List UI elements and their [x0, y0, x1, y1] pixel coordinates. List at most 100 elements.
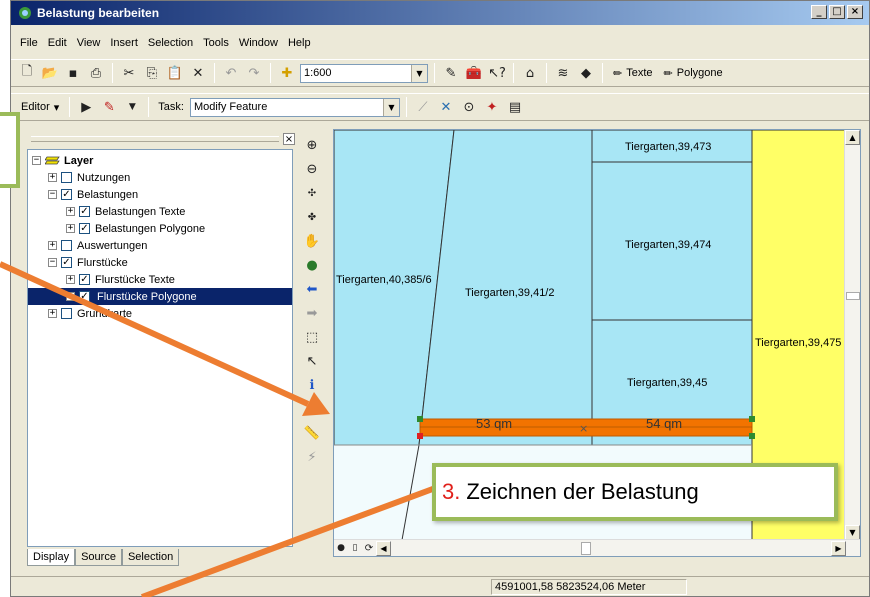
collapse-icon[interactable]: −: [32, 156, 41, 165]
checkbox[interactable]: ✓: [79, 291, 90, 302]
new-document-icon[interactable]: 🗋: [17, 63, 37, 83]
forward-arrow-icon[interactable]: ➡: [301, 303, 323, 324]
sketch-tool-icon[interactable]: ✎: [99, 97, 119, 117]
tree-item[interactable]: − ✓ Flurstücke: [28, 254, 292, 271]
checkbox[interactable]: [61, 240, 72, 251]
expand-icon[interactable]: +: [48, 309, 57, 318]
pan-hand-icon[interactable]: ✋: [301, 231, 323, 252]
delete-icon[interactable]: ✕: [188, 63, 208, 83]
editor-toolbar-icon[interactable]: ✎: [441, 63, 461, 83]
expand-icon[interactable]: +: [66, 292, 75, 301]
fixed-zoom-in-icon[interactable]: ✣: [301, 183, 323, 204]
back-arrow-icon[interactable]: ⬅: [301, 279, 323, 300]
checkbox[interactable]: ✓: [61, 257, 72, 268]
copy-icon[interactable]: ⎘: [142, 63, 162, 83]
select-features-icon[interactable]: ⬚: [301, 327, 323, 348]
whats-this-icon[interactable]: ↖?: [487, 63, 507, 83]
menu-insert[interactable]: Insert: [109, 35, 139, 55]
checkbox[interactable]: [61, 308, 72, 319]
chevron-down-icon[interactable]: ▼: [411, 64, 427, 82]
refresh-icon[interactable]: ⟳: [362, 541, 376, 555]
tree-item[interactable]: + Nutzungen: [28, 169, 292, 186]
scroll-left-icon[interactable]: ◀: [376, 540, 391, 556]
menu-view[interactable]: View: [76, 35, 102, 55]
checkbox[interactable]: [61, 172, 72, 183]
select-elements-icon[interactable]: ↖: [301, 351, 323, 372]
panel-grip[interactable]: [31, 136, 279, 142]
arctoolbox-icon[interactable]: 🧰: [464, 63, 484, 83]
measure-icon[interactable]: 📏: [301, 423, 323, 444]
tab-selection[interactable]: Selection: [121, 549, 180, 566]
tree-item[interactable]: + ✓ Belastungen Texte: [28, 203, 292, 220]
full-extent-globe-icon[interactable]: ●: [301, 255, 323, 276]
rotate-tool-icon[interactable]: ⊙: [459, 97, 479, 117]
tree-root[interactable]: − Layer: [28, 152, 292, 169]
menu-tools[interactable]: Tools: [202, 35, 230, 55]
attributes-tool-icon[interactable]: ✦: [482, 97, 502, 117]
split-tool-icon[interactable]: ✕: [436, 97, 456, 117]
checkbox[interactable]: ✓: [79, 206, 90, 217]
tree-item[interactable]: + Grundkarte: [28, 305, 292, 322]
close-icon[interactable]: ×: [283, 133, 295, 145]
close-button[interactable]: ×: [847, 5, 863, 19]
task-combo[interactable]: Modify Feature ▼: [189, 97, 400, 117]
polygone-button[interactable]: ✏ Polygone: [660, 67, 727, 80]
expand-icon[interactable]: +: [66, 207, 75, 216]
menu-edit[interactable]: Edit: [47, 35, 68, 55]
layout-view-icon[interactable]: ▯: [348, 541, 362, 555]
tree-item-selected[interactable]: + ✓ Flurstücke Polygone: [28, 288, 292, 305]
collapse-icon[interactable]: −: [48, 258, 57, 267]
expand-icon[interactable]: +: [66, 275, 75, 284]
vertex-handle[interactable]: [417, 416, 423, 422]
scrollbar-thumb[interactable]: [846, 292, 860, 300]
scroll-up-icon[interactable]: ▲: [845, 130, 860, 145]
vertex-handle[interactable]: [749, 433, 755, 439]
menu-file[interactable]: File: [19, 35, 39, 55]
scroll-right-icon[interactable]: ▶: [831, 540, 846, 556]
add-data-icon[interactable]: ✚: [277, 63, 297, 83]
vertex-handle-active[interactable]: [417, 433, 423, 439]
open-folder-icon[interactable]: 📂: [40, 63, 60, 83]
map-horizontal-scrollbar[interactable]: ● ▯ ⟳ ◀ ▶: [334, 539, 860, 556]
hyperlink-lightning-icon[interactable]: ⚡: [301, 447, 323, 468]
menu-selection[interactable]: Selection: [147, 35, 194, 55]
redo-icon[interactable]: ↷: [244, 63, 264, 83]
scroll-down-icon[interactable]: ▼: [845, 525, 860, 540]
tree-item[interactable]: + ✓ Flurstücke Texte: [28, 271, 292, 288]
fixed-zoom-out-icon[interactable]: ✤: [301, 207, 323, 228]
checkbox[interactable]: ✓: [79, 223, 90, 234]
save-icon[interactable]: ▪: [63, 63, 83, 83]
chevron-down-icon[interactable]: ▼: [122, 97, 142, 117]
expand-icon[interactable]: +: [48, 241, 57, 250]
tab-source[interactable]: Source: [75, 549, 122, 566]
maximize-button[interactable]: □: [829, 5, 845, 19]
texte-button[interactable]: ✏ Texte: [609, 67, 657, 80]
identify-icon[interactable]: ℹ: [301, 375, 323, 396]
home-icon[interactable]: ⌂: [520, 63, 540, 83]
zoom-out-icon[interactable]: ⊖: [301, 159, 323, 180]
map-vertical-scrollbar[interactable]: ▲ ▼: [844, 130, 860, 540]
sketch-line-icon[interactable]: ⟋: [413, 97, 433, 117]
scrollbar-thumb[interactable]: [581, 541, 591, 555]
paste-icon[interactable]: 📋: [165, 63, 185, 83]
layer-tool-icon[interactable]: ≋: [553, 63, 573, 83]
map-scale-combo[interactable]: 1:600 ▼: [300, 63, 428, 83]
minimize-button[interactable]: _: [811, 5, 827, 19]
shield-tool-icon[interactable]: ◆: [576, 63, 596, 83]
menu-window[interactable]: Window: [238, 35, 279, 55]
expand-icon[interactable]: +: [66, 224, 75, 233]
print-icon[interactable]: ⎙: [86, 63, 106, 83]
expand-icon[interactable]: +: [48, 173, 57, 182]
undo-icon[interactable]: ↶: [221, 63, 241, 83]
data-view-icon[interactable]: ●: [334, 541, 348, 555]
vertex-handle[interactable]: [749, 416, 755, 422]
menu-help[interactable]: Help: [287, 35, 312, 55]
tree-item[interactable]: + ✓ Belastungen Polygone: [28, 220, 292, 237]
checkbox[interactable]: ✓: [79, 274, 90, 285]
edit-tool-arrow-icon[interactable]: ▶: [76, 97, 96, 117]
attribute-table-icon[interactable]: ▤: [505, 97, 525, 117]
editor-menu-button[interactable]: Editor ▾: [17, 101, 63, 114]
tab-display[interactable]: Display: [27, 549, 76, 566]
chevron-down-icon[interactable]: ▼: [382, 98, 399, 116]
checkbox[interactable]: ✓: [61, 189, 72, 200]
